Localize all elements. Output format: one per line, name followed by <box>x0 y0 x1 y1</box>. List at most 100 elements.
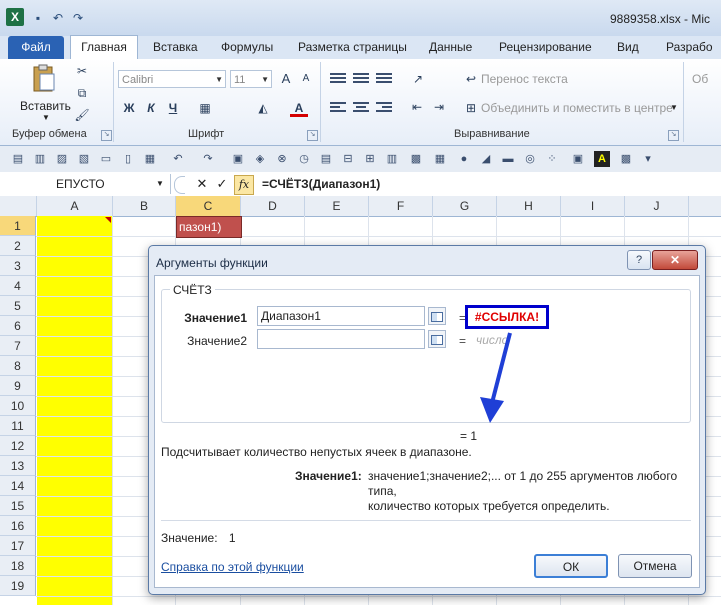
ok-button[interactable]: ОК <box>534 554 608 578</box>
paste-button[interactable]: Вставить <box>20 99 71 113</box>
tab-formulas[interactable]: Формулы <box>221 36 273 59</box>
column-header[interactable]: I <box>561 196 625 216</box>
align-center-icon[interactable] <box>353 100 369 114</box>
excel-logo-icon[interactable]: X <box>6 8 24 26</box>
tab-file[interactable]: Файл <box>8 36 64 59</box>
name-box[interactable]: ЕПУСТО ▼ <box>0 174 171 194</box>
row-header[interactable]: 18 <box>0 556 36 576</box>
column-header[interactable]: E <box>305 196 369 216</box>
row-header[interactable]: 13 <box>0 456 36 476</box>
row-header[interactable]: 6 <box>0 316 36 336</box>
collapse-dialog-icon[interactable] <box>428 307 446 325</box>
format-painter-icon[interactable]: 🖌 <box>74 106 90 124</box>
help-icon[interactable]: ? <box>627 250 651 270</box>
column-header[interactable]: J <box>625 196 689 216</box>
toolbar-icon[interactable]: ⊗ <box>274 151 290 167</box>
row-header[interactable]: 9 <box>0 376 36 396</box>
row-header[interactable]: 19 <box>0 576 36 596</box>
column-header[interactable]: F <box>369 196 433 216</box>
toolbar-icon[interactable]: ▩ <box>408 151 424 167</box>
toolbar-icon[interactable]: ▨ <box>54 151 70 167</box>
row-header[interactable]: 8 <box>0 356 36 376</box>
arg2-input[interactable] <box>257 329 425 349</box>
merge-dropdown-icon[interactable]: ▼ <box>670 103 678 112</box>
toolbar-icon[interactable]: ⊟ <box>340 151 356 167</box>
align-top-icon[interactable] <box>330 71 346 85</box>
toolbar-icon[interactable]: ▥ <box>32 151 48 167</box>
orientation-icon[interactable]: ↗ <box>408 70 428 88</box>
number-format-combo[interactable]: Об <box>692 72 708 86</box>
row-header[interactable]: 11 <box>0 416 36 436</box>
italic-button[interactable]: К <box>143 99 159 117</box>
column-header[interactable]: H <box>497 196 561 216</box>
row-header[interactable]: 4 <box>0 276 36 296</box>
save-icon[interactable]: ▪ <box>30 10 46 26</box>
font-size-combo[interactable]: 11 ▼ <box>230 70 272 88</box>
tab-insert[interactable]: Вставка <box>153 36 198 59</box>
toolbar-icon[interactable]: A <box>594 151 610 167</box>
column-header[interactable]: C <box>176 196 241 216</box>
row-header[interactable]: 15 <box>0 496 36 516</box>
toolbar-icon[interactable]: ▣ <box>230 151 246 167</box>
redo-icon[interactable]: ↷ <box>200 151 216 167</box>
toolbar-icon[interactable]: ▧ <box>76 151 92 167</box>
column-header[interactable]: A <box>37 196 113 216</box>
tab-view[interactable]: Вид <box>617 36 639 59</box>
toolbar-icon[interactable]: ⁘ <box>544 151 560 167</box>
underline-button[interactable]: Ч <box>165 99 181 117</box>
merge-center-button[interactable]: Объединить и поместить в центре <box>481 101 673 115</box>
tab-data[interactable]: Данные <box>429 36 472 59</box>
clipboard-launcher-icon[interactable]: ↘ <box>101 130 112 141</box>
row-header[interactable]: 7 <box>0 336 36 356</box>
toolbar-icon[interactable]: ◈ <box>252 151 268 167</box>
toolbar-icon[interactable]: ▥ <box>384 151 400 167</box>
align-bottom-icon[interactable] <box>376 71 392 85</box>
toolbar-icon[interactable]: ▦ <box>432 151 448 167</box>
column-header[interactable]: B <box>113 196 176 216</box>
wrap-text-icon[interactable]: ↩ <box>463 70 479 88</box>
bold-button[interactable]: Ж <box>121 99 137 117</box>
copy-icon[interactable]: ⧉ <box>74 84 90 102</box>
toolbar-icon[interactable]: ● <box>456 151 472 167</box>
toolbar-dropdown-icon[interactable]: ▾ <box>640 151 656 167</box>
tab-page-layout[interactable]: Разметка страницы <box>298 36 407 59</box>
merge-center-icon[interactable]: ⊞ <box>463 99 479 117</box>
toolbar-icon[interactable]: ▤ <box>318 151 334 167</box>
tab-home[interactable]: Главная <box>70 35 138 60</box>
decrease-indent-icon[interactable]: ⇤ <box>408 98 426 116</box>
column-header[interactable]: G <box>433 196 497 216</box>
toolbar-icon[interactable]: ▯ <box>120 151 136 167</box>
font-name-combo[interactable]: Calibri ▼ <box>118 70 226 88</box>
toolbar-icon[interactable]: ▣ <box>570 151 586 167</box>
align-left-icon[interactable] <box>330 100 346 114</box>
column-header[interactable]: D <box>241 196 305 216</box>
paste-icon[interactable] <box>30 64 58 94</box>
font-launcher-icon[interactable]: ↘ <box>307 130 318 141</box>
toolbar-icon[interactable]: ⊞ <box>362 151 378 167</box>
undo-icon[interactable]: ↶ <box>170 151 186 167</box>
row-header[interactable]: 10 <box>0 396 36 416</box>
font-color-icon[interactable]: A <box>290 99 308 117</box>
tab-review[interactable]: Рецензирование <box>499 36 592 59</box>
toolbar-icon[interactable]: ▩ <box>618 151 634 167</box>
toolbar-icon[interactable]: ▦ <box>142 151 158 167</box>
redo-icon[interactable]: ↷ <box>70 10 86 26</box>
name-box-dropdown-icon[interactable]: ▼ <box>156 174 164 194</box>
row-header[interactable]: 2 <box>0 236 36 256</box>
cancel-formula-icon[interactable]: ✕ <box>194 176 210 192</box>
alignment-launcher-icon[interactable]: ↘ <box>668 130 679 141</box>
toolbar-icon[interactable]: ◢ <box>478 151 494 167</box>
wrap-text-button[interactable]: Перенос текста <box>481 72 568 86</box>
toolbar-icon[interactable]: ▭ <box>98 151 114 167</box>
cancel-button[interactable]: Отмена <box>618 554 692 578</box>
tab-developer[interactable]: Разрабо <box>666 36 713 59</box>
close-icon[interactable]: ✕ <box>652 250 698 270</box>
row-header[interactable]: 1 <box>0 216 36 236</box>
undo-icon[interactable]: ↶ <box>50 10 66 26</box>
toolbar-icon[interactable]: ▬ <box>500 151 516 167</box>
enter-formula-icon[interactable]: ✓ <box>214 176 230 192</box>
toolbar-icon[interactable]: ▤ <box>10 151 26 167</box>
row-header[interactable]: 3 <box>0 256 36 276</box>
toolbar-icon[interactable]: ◎ <box>522 151 538 167</box>
cut-icon[interactable]: ✂ <box>74 62 90 80</box>
